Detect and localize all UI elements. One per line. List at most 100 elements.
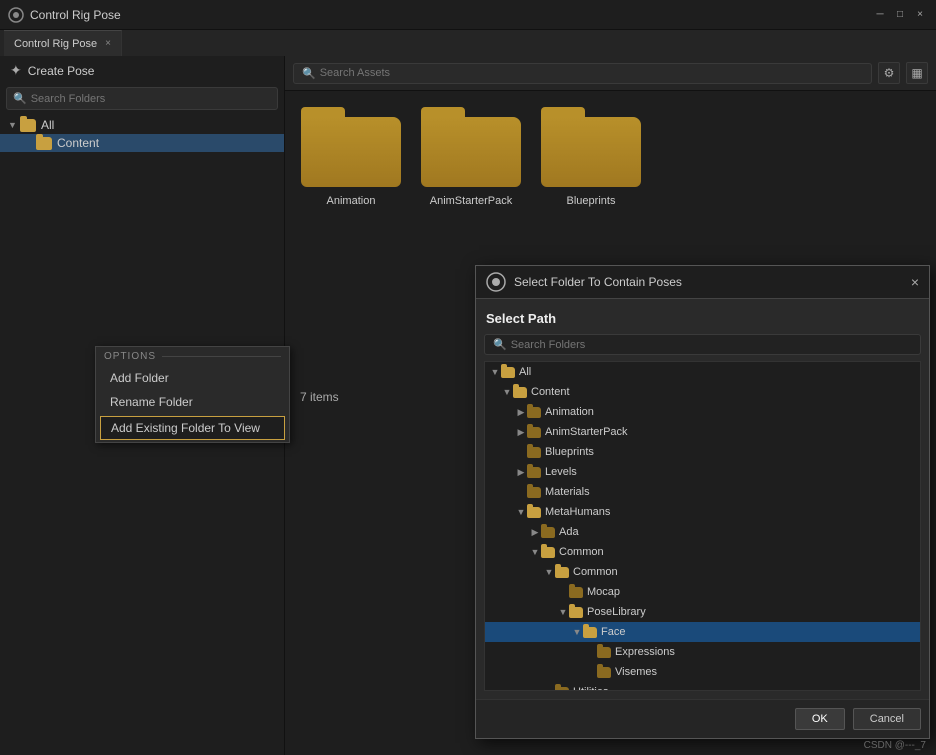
tree-item-all[interactable]: ▼ All [0, 116, 284, 134]
watermark: CSDN @---_7 [864, 740, 926, 751]
maximize-button[interactable]: □ [892, 7, 908, 23]
options-divider [162, 356, 281, 357]
asset-search-input[interactable] [320, 67, 863, 79]
dt-label-expressions: Expressions [615, 646, 675, 658]
plus-icon: ✦ [10, 62, 22, 79]
items-count-label: 7 items [300, 390, 339, 404]
dialog-cancel-button[interactable]: Cancel [853, 708, 921, 730]
option-add-folder[interactable]: Add Folder [96, 366, 289, 390]
app-tab[interactable]: Control Rig Pose [30, 8, 872, 22]
tab-close-icon[interactable]: × [105, 38, 111, 49]
dt-folder-animstarterpack [527, 427, 541, 438]
dt-item-animation[interactable]: ▶ Animation [485, 402, 920, 422]
dt-label-materials: Materials [545, 486, 590, 498]
window-controls: ─ □ × [872, 7, 928, 23]
dt-label-all: All [519, 366, 531, 378]
folder-search-input[interactable] [31, 93, 271, 105]
minimize-button[interactable]: ─ [872, 7, 888, 23]
dt-folder-face-selected [583, 627, 597, 638]
folder-search-icon: 🔍 [13, 92, 27, 105]
dt-label-visemes: Visemes [615, 666, 657, 678]
folder-thumb-blueprints [541, 107, 641, 187]
dialog-footer: OK Cancel [476, 699, 929, 738]
tri-metahumans: ▼ [515, 507, 527, 517]
dt-label-face-selected: Face [601, 626, 625, 638]
dt-item-poselibrary[interactable]: ▼ PoseLibrary [485, 602, 920, 622]
dt-item-animstarterpack[interactable]: ▶ AnimStarterPack [485, 422, 920, 442]
dt-label-blueprints: Blueprints [545, 446, 594, 458]
options-menu: OPTIONS Add Folder Rename Folder Add Exi… [95, 346, 290, 443]
dt-folder-animation [527, 407, 541, 418]
dt-item-ada[interactable]: ▶ Ada [485, 522, 920, 542]
dt-folder-common-1 [541, 547, 555, 558]
folder-body [541, 117, 641, 187]
dialog-close-button[interactable]: × [911, 274, 919, 290]
tab-label: Control Rig Pose [14, 38, 97, 50]
dt-item-mocap[interactable]: Mocap [485, 582, 920, 602]
asset-label-animstarterpack: AnimStarterPack [430, 195, 513, 207]
dt-label-utilities: Utilities [573, 686, 608, 691]
dialog-ok-button[interactable]: OK [795, 708, 845, 730]
dt-folder-poselibrary [569, 607, 583, 618]
option-rename-folder[interactable]: Rename Folder [96, 390, 289, 414]
dt-item-expressions[interactable]: Expressions [485, 642, 920, 662]
dt-item-utilities[interactable]: Utilities [485, 682, 920, 691]
dt-label-levels: Levels [545, 466, 577, 478]
dt-label-content: Content [531, 386, 570, 398]
dt-item-all[interactable]: ▼ All [485, 362, 920, 382]
dialog-search-icon: 🔍 [493, 338, 507, 351]
dt-label-ada: Ada [559, 526, 579, 538]
left-panel: ✦ Create Pose 🔍 ▼ All Content OPTIONS [0, 56, 285, 755]
folder-body [301, 117, 401, 187]
dt-item-metahumans[interactable]: ▼ MetaHumans [485, 502, 920, 522]
dialog-search-input[interactable] [511, 339, 912, 351]
dt-item-levels[interactable]: ▶ Levels [485, 462, 920, 482]
dialog-title-bar: Select Folder To Contain Poses × [476, 266, 929, 299]
select-folder-dialog: Select Folder To Contain Poses × Select … [475, 265, 930, 739]
close-button[interactable]: × [912, 7, 928, 23]
settings-icon-btn[interactable]: ⚙ [878, 62, 900, 84]
tree-item-content[interactable]: Content [0, 134, 284, 152]
asset-item-animation[interactable]: Animation [301, 107, 401, 739]
dt-item-materials[interactable]: Materials [485, 482, 920, 502]
folder-icon-content [36, 137, 52, 150]
dt-folder-common-2 [555, 567, 569, 578]
app-icon [8, 7, 24, 23]
dt-folder-visemes [597, 667, 611, 678]
folder-body [421, 117, 521, 187]
dt-label-metahumans: MetaHumans [545, 506, 610, 518]
tri-animation: ▶ [515, 407, 527, 418]
dt-item-common-2[interactable]: ▼ Common [485, 562, 920, 582]
create-pose-button[interactable]: ✦ Create Pose [0, 56, 284, 85]
tri-common-2: ▼ [543, 567, 555, 577]
asset-search-wrapper[interactable]: 🔍 [293, 63, 872, 84]
dt-item-common-1[interactable]: ▼ Common [485, 542, 920, 562]
dt-item-content[interactable]: ▼ Content [485, 382, 920, 402]
dialog-path-label: Select Path [484, 307, 921, 334]
asset-label-animation: Animation [327, 195, 376, 207]
dialog-content: Select Path 🔍 ▼ All ▼ Content ▶ Animat [476, 299, 929, 699]
folder-icon-all [20, 119, 36, 132]
view-icon-btn[interactable]: ▦ [906, 62, 928, 84]
tri-face: ▼ [571, 627, 583, 637]
title-bar: Control Rig Pose ─ □ × [0, 0, 936, 30]
dt-folder-expressions [597, 647, 611, 658]
dialog-search-bar[interactable]: 🔍 [484, 334, 921, 355]
tab-control-rig-pose[interactable]: Control Rig Pose × [4, 30, 122, 56]
dt-folder-mocap [569, 587, 583, 598]
dt-folder-ada [541, 527, 555, 538]
asset-search-bar: 🔍 ⚙ ▦ [285, 56, 936, 91]
folder-search-bar[interactable]: 🔍 [6, 87, 278, 110]
dt-label-common-2: Common [573, 566, 618, 578]
folder-thumb-animation [301, 107, 401, 187]
dt-folder-materials [527, 487, 541, 498]
dt-item-blueprints[interactable]: Blueprints [485, 442, 920, 462]
dt-item-face-selected[interactable]: ▼ Face [485, 622, 920, 642]
dt-item-visemes[interactable]: Visemes [485, 662, 920, 682]
dt-label-poselibrary: PoseLibrary [587, 606, 646, 618]
tree-label-all: All [41, 118, 54, 132]
option-add-existing-folder[interactable]: Add Existing Folder To View [100, 416, 285, 440]
dt-label-animation: Animation [545, 406, 594, 418]
tri-ada: ▶ [529, 527, 541, 538]
asset-search-icon: 🔍 [302, 67, 316, 80]
